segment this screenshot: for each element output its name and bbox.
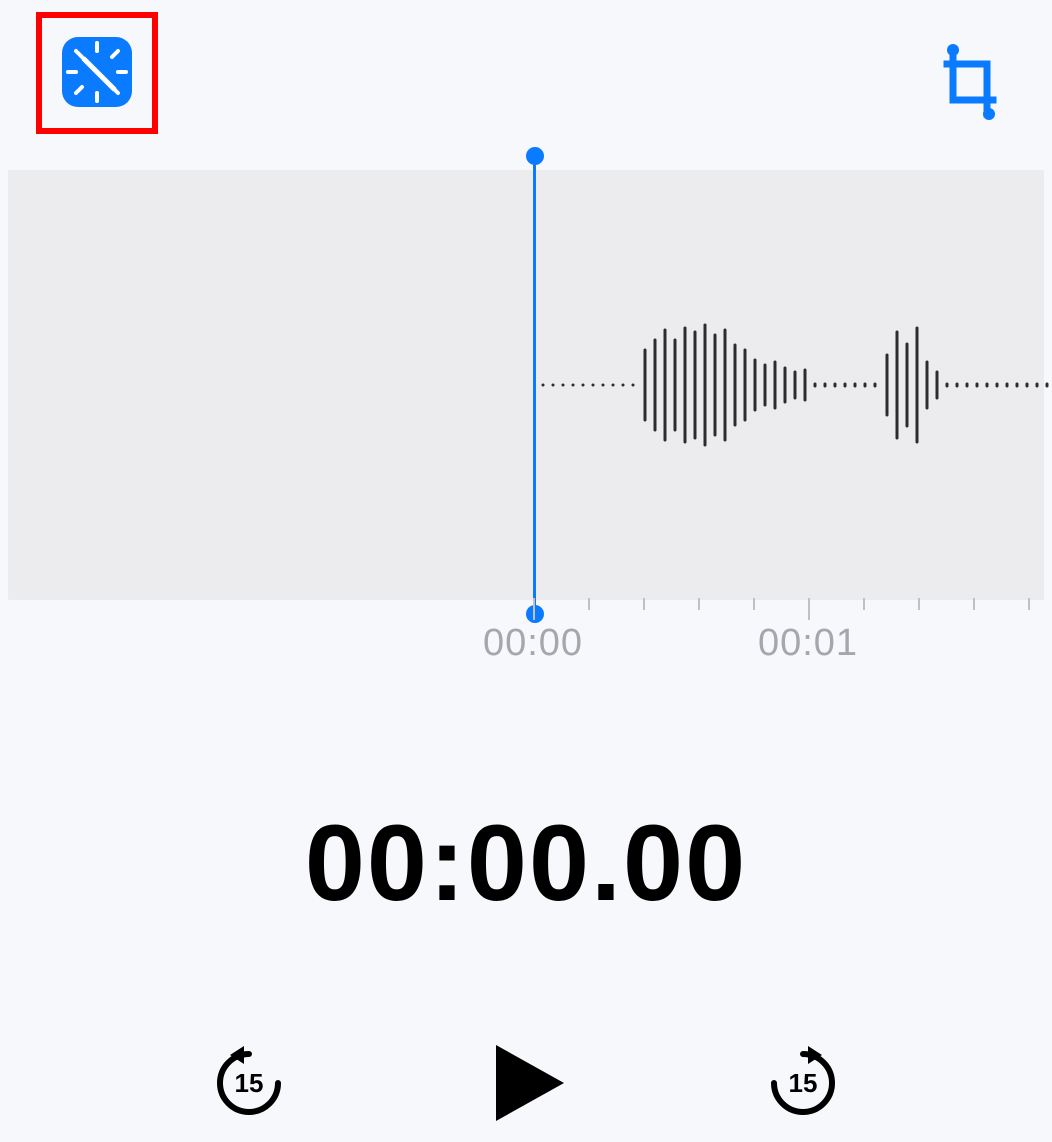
waveform-display: [533, 170, 1052, 600]
skip-forward-label: 15: [789, 1068, 818, 1098]
crop-button[interactable]: [936, 38, 1006, 128]
skip-back-icon: 15: [210, 1044, 288, 1125]
editor-toolbar: [0, 0, 1052, 170]
skip-forward-15-button[interactable]: 15: [764, 1044, 842, 1125]
playhead-handle-bottom: [526, 605, 544, 623]
play-button[interactable]: [478, 1035, 574, 1134]
skip-back-label: 15: [235, 1068, 264, 1098]
enhance-icon: [60, 35, 134, 112]
crop-icon: [941, 42, 1001, 125]
skip-back-15-button[interactable]: 15: [210, 1044, 288, 1125]
playback-controls: 15 15: [0, 1035, 1052, 1134]
enhance-button[interactable]: [42, 18, 152, 128]
current-time-display: 00:00.00: [0, 800, 1052, 925]
waveform-timeline[interactable]: 00:00 00:01: [8, 170, 1044, 600]
skip-forward-icon: 15: [764, 1044, 842, 1125]
time-label-0: 00:00: [483, 622, 583, 665]
play-icon: [478, 1035, 574, 1134]
time-label-1: 00:01: [758, 622, 858, 665]
